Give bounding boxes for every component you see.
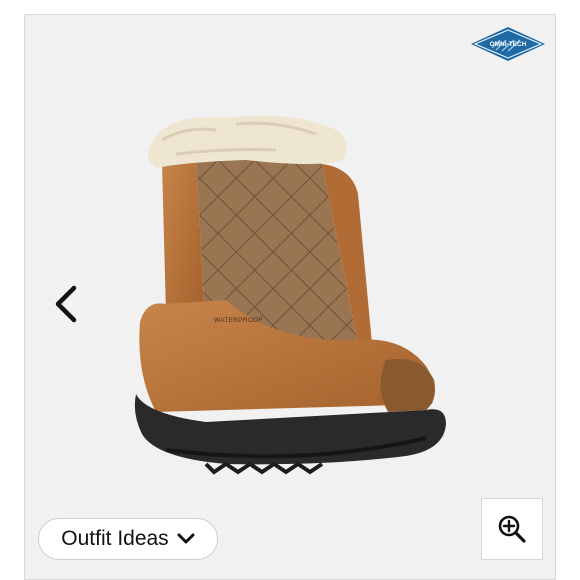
previous-image-button[interactable] xyxy=(46,280,86,328)
waterproof-imprint: WATERPROOF xyxy=(214,317,263,324)
chevron-left-icon xyxy=(55,285,77,323)
product-image-boot: WATERPROOF xyxy=(126,104,466,484)
chevron-down-icon xyxy=(177,533,195,544)
badge-text: OMNI-TECH xyxy=(490,41,527,48)
zoom-in-icon xyxy=(498,515,526,543)
omni-tech-badge: OMNI-TECH xyxy=(470,26,546,62)
outfit-ideas-button[interactable]: Outfit Ideas xyxy=(38,518,218,560)
zoom-button[interactable] xyxy=(481,498,543,560)
outfit-ideas-label: Outfit Ideas xyxy=(61,527,169,550)
